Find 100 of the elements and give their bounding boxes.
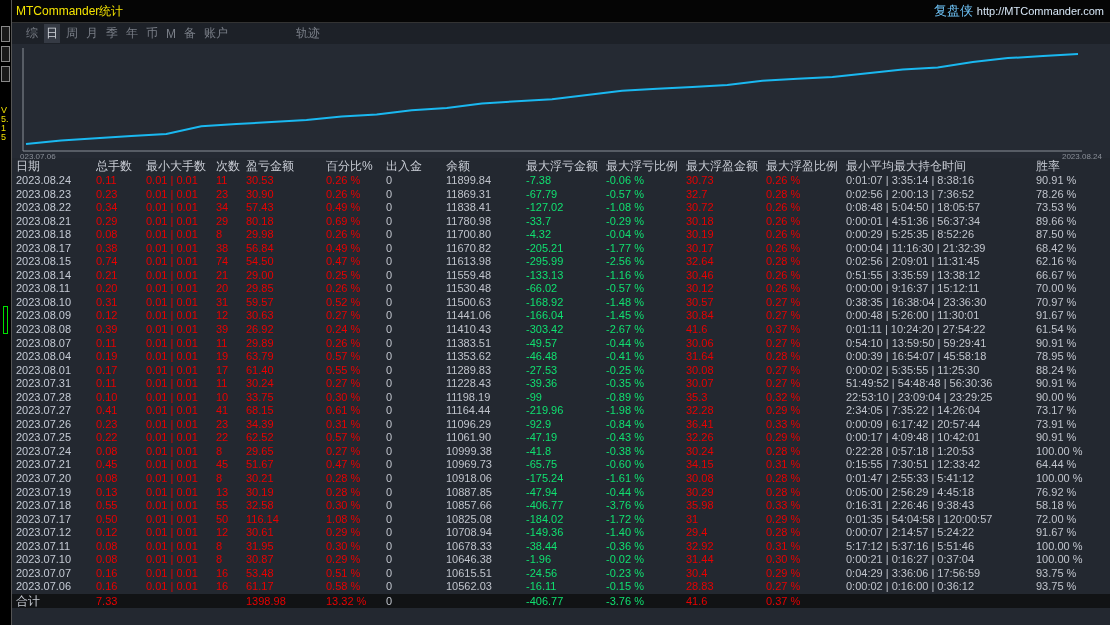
- table-cell-text: -0.38 %: [606, 444, 645, 459]
- table-cell-text: 30.12: [686, 282, 715, 296]
- table-cell-text: 0: [386, 417, 394, 432]
- table-cell-text: 74: [216, 255, 230, 269]
- side-button[interactable]: [1, 46, 10, 62]
- table-cell-text: 2023.07.11: [16, 539, 72, 554]
- table-cell-text: 8: [216, 472, 224, 486]
- table-cell-text: 2023.07.10: [16, 553, 73, 567]
- table-cell-text: 61.40: [246, 363, 275, 378]
- table-cell-text: 0.26 %: [766, 214, 802, 229]
- table-cell-text: 68.15: [246, 404, 275, 418]
- table-cell-text: 2023.07.28: [16, 390, 73, 405]
- table-cell-text: 0.28 %: [326, 485, 362, 500]
- table-cell-text: 11559.48: [446, 268, 493, 283]
- table-cell-text: 30.73: [686, 174, 715, 188]
- table-cell-text: 73.91 %: [1036, 417, 1078, 432]
- tab[interactable]: 季: [104, 24, 120, 43]
- tab[interactable]: M: [164, 25, 178, 42]
- table-cell-text: 10615.51: [446, 566, 493, 581]
- table-cell-text: 2023.08.18: [16, 228, 73, 242]
- website-link[interactable]: http://MTCommander.com: [976, 5, 1104, 17]
- table-cell-text: 70.97 %: [1036, 295, 1078, 310]
- tab[interactable]: 备: [182, 24, 198, 43]
- table-cell-text: -99: [526, 390, 543, 405]
- table-cell-text: 11530.48: [446, 282, 493, 296]
- table-cell-text: 30.57: [686, 295, 715, 310]
- table-cell-text: -66.02: [526, 282, 559, 296]
- table-cell-text: 0: [386, 472, 394, 486]
- table-cell-text: 0:01:47 | 2:55:33 | 5:41:12: [846, 472, 976, 486]
- column-header: 胜率: [1036, 158, 1061, 174]
- table-cell-text: -166.04: [526, 309, 565, 323]
- table-cell-text: 0.21: [96, 268, 119, 283]
- table-cell-text: 0.01 | 0.01: [146, 363, 199, 378]
- column-header: 余额: [446, 158, 471, 174]
- table-cell-text: 0.01 | 0.01: [146, 404, 199, 418]
- table-cell-text: 0.23: [96, 417, 119, 432]
- table-cell-text: 0.30 %: [326, 390, 362, 405]
- table-cell-text: 2023.08.11: [16, 282, 72, 296]
- table-cell-text: 0: [386, 228, 394, 242]
- table-cell-text: 78.26 %: [1036, 187, 1078, 202]
- tab[interactable]: 周: [64, 24, 80, 43]
- table-cell-text: -2.56 %: [606, 255, 645, 269]
- tab[interactable]: 币: [144, 24, 160, 43]
- table-cell-text: 0:05:00 | 2:56:29 | 4:45:18: [846, 485, 976, 500]
- table-cell-text: 10887.85: [446, 485, 493, 500]
- table-cell-text: 0.28 %: [766, 526, 802, 540]
- table-cell-text: 0.57 %: [326, 431, 362, 445]
- table-cell-text: -49.57: [526, 336, 559, 351]
- table-cell-text: 0.28 %: [766, 444, 802, 459]
- table-cell-text: 29.98: [246, 228, 275, 242]
- tab[interactable]: 月: [84, 24, 100, 43]
- column-header: 日期: [16, 159, 40, 174]
- table-cell-text: 64.44 %: [1036, 458, 1078, 473]
- table-cell-text: 0.11: [96, 336, 118, 351]
- tab[interactable]: 年: [124, 24, 140, 43]
- table-cell-text: 2023.08.21: [16, 214, 73, 229]
- table-cell-text: -1.40 %: [606, 526, 645, 540]
- column-header: 总手数: [96, 158, 133, 174]
- table-cell-text: 2023.08.09: [16, 309, 73, 323]
- table-cell-text: 0:00:39 | 16:54:07 | 45:58:18: [846, 350, 988, 364]
- table-cell-text: 0:00:21 | 0:16:27 | 0:37:04: [846, 553, 976, 567]
- table-cell-text: -1.77 %: [606, 241, 645, 256]
- table-cell-text: 0: [386, 526, 394, 540]
- table-cell-text: -0.35 %: [606, 377, 645, 391]
- table-cell-text: 0.51 %: [326, 566, 362, 581]
- table-cell-text: 0: [386, 458, 394, 473]
- table-cell-text: 0.25 %: [326, 268, 362, 283]
- table-cell-text: 0.01 | 0.01: [146, 512, 199, 527]
- table-cell-text: 2023.08.15: [16, 255, 73, 269]
- table-cell-text: 10918.06: [446, 472, 493, 486]
- table-cell-text: 0.31 %: [326, 417, 362, 432]
- table-cell-text: 23: [216, 417, 230, 432]
- column-header: 最大浮盈比例: [766, 158, 839, 174]
- tab[interactable]: 日: [44, 24, 60, 43]
- table-cell-text: 11780.98: [446, 214, 493, 229]
- table-cell-text: 0.01 | 0.01: [146, 323, 199, 337]
- table-cell-text: 30.24: [246, 377, 275, 391]
- tab[interactable]: 综: [24, 24, 40, 43]
- table-cell-text: 55: [216, 499, 230, 513]
- table-cell-text: 0:00:02 | 5:35:55 | 11:25:30: [846, 363, 981, 378]
- window-title: MTCommander统计: [16, 2, 124, 20]
- table-cell-text: 0:22:28 | 0:57:18 | 1:20:53: [846, 444, 976, 459]
- table-cell-text: -0.23 %: [606, 566, 645, 581]
- table-cell-text: 32.7: [686, 187, 709, 202]
- table-cell-text: 2023.07.20: [16, 472, 73, 486]
- table-cell-text: 30.87: [246, 553, 275, 567]
- table-cell-text: 0.10: [96, 390, 119, 405]
- side-button[interactable]: [1, 26, 10, 42]
- tab[interactable]: 轨迹: [294, 24, 322, 43]
- table-cell-text: 0.08: [96, 472, 119, 486]
- table-cell-text: 0.17: [96, 363, 119, 378]
- tab[interactable]: 账户: [202, 24, 230, 43]
- table-cell-text: 0.01 | 0.01: [146, 350, 199, 364]
- table-cell-text: -168.92: [526, 295, 565, 310]
- table-cell-text: 0:01:11 | 10:24:20 | 27:54:22: [846, 323, 987, 337]
- table-cell-text: 10969.73: [446, 458, 493, 473]
- side-button[interactable]: [1, 66, 10, 82]
- table-cell-text: 0.27 %: [326, 377, 362, 391]
- table-cell-text: -295.99: [526, 255, 565, 269]
- table-cell-text: -0.84 %: [606, 417, 645, 432]
